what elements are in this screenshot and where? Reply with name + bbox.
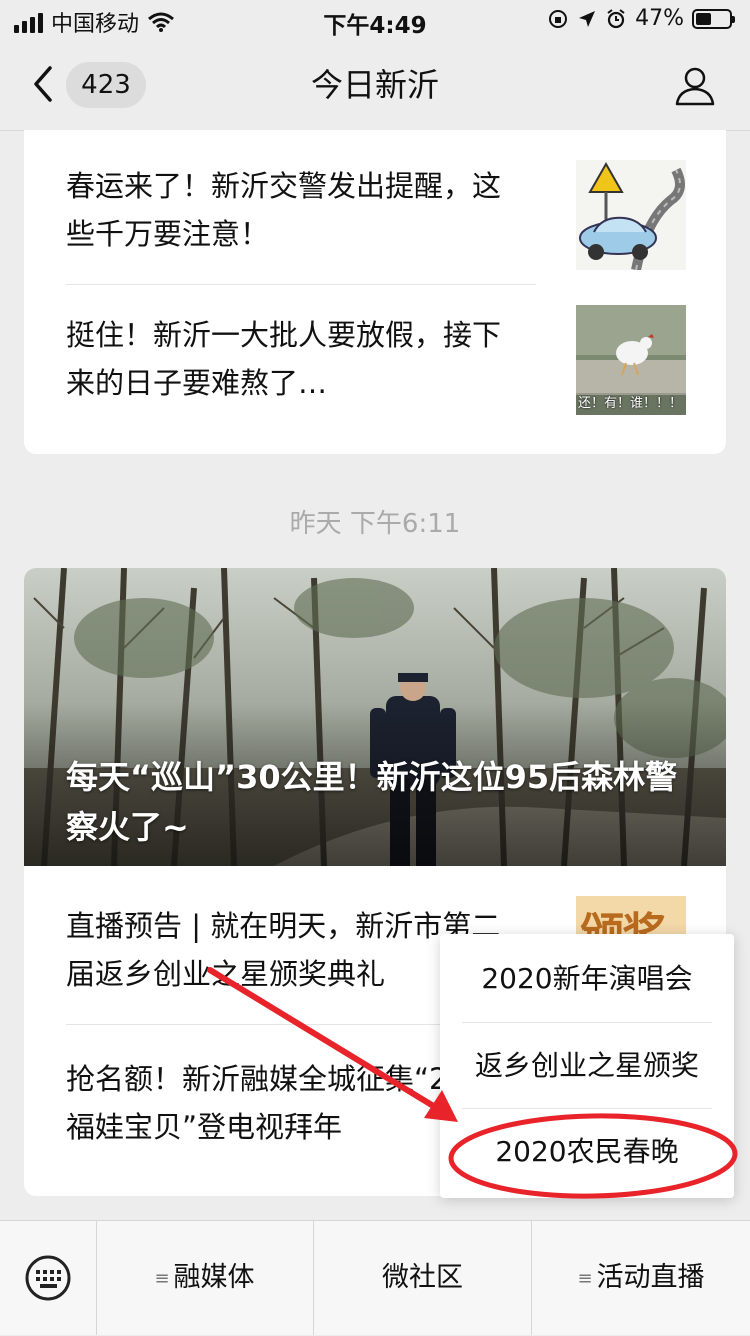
keyboard-toggle[interactable]	[0, 1221, 97, 1335]
article-item[interactable]: 春运来了！新沂交警发出提醒，这些千万要注意！	[24, 130, 726, 284]
submenu-item-concert[interactable]: 2020新年演唱会	[440, 936, 734, 1022]
page-title: 今日新沂	[310, 66, 439, 104]
submenu-item-spring-gala[interactable]: 2020农民春晚	[440, 1109, 734, 1195]
article-item[interactable]: 挺住！新沂一大批人要放假，接下来的日子要难熬了… 还！有！谁！！！	[24, 285, 726, 454]
battery-icon	[692, 8, 735, 29]
article-card-top: 春运来了！新沂交警发出提醒，这些千万要注意！ 挺住！新沂一大批人要放假，接下来的…	[24, 130, 726, 454]
article-title[interactable]: 春运来了！新沂交警发出提醒，这些千万要注意！	[66, 162, 526, 258]
submenu-item-award[interactable]: 返乡创业之星颁奖	[440, 1023, 734, 1109]
message-timestamp: 昨天 下午6:11	[289, 509, 461, 539]
menu-label[interactable]: 活动直播	[597, 1262, 705, 1293]
article-thumbnail[interactable]	[576, 160, 686, 270]
article-title[interactable]: 挺住！新沂一大批人要放假，接下来的日子要难熬了…	[66, 311, 526, 407]
article-thumbnail[interactable]: 还！有！谁！！！	[576, 305, 686, 415]
submenu-popup: 2020新年演唱会 返乡创业之星颁奖 2020农民春晚	[440, 934, 734, 1198]
orientation-lock-icon	[549, 9, 568, 28]
location-icon	[579, 10, 596, 27]
battery-percent: 47%	[635, 6, 684, 31]
bottom-menu-bar: ≡ 融媒体 微社区 ≡ 活动直播	[0, 1220, 750, 1335]
menu-label[interactable]: 微社区	[382, 1262, 463, 1293]
menu-huodong-zhibo[interactable]: ≡ 活动直播	[532, 1221, 750, 1335]
menu-lines-icon: ≡	[154, 1268, 170, 1289]
featured-cover-image[interactable]: 每天“巡山”30公里！新沂这位95后森林警察火了~	[24, 568, 726, 867]
keyboard-icon[interactable]	[24, 1254, 72, 1302]
status-bar: 中国移动 下午4:49 47%	[0, 0, 750, 40]
menu-weishequ[interactable]: 微社区	[314, 1221, 532, 1335]
menu-label[interactable]: 融媒体	[174, 1262, 255, 1293]
profile-icon[interactable]	[674, 64, 716, 106]
featured-title[interactable]: 每天“巡山”30公里！新沂这位95后森林警察火了~	[66, 752, 686, 852]
nav-bar: 423 今日新沂	[0, 40, 750, 131]
alarm-icon	[607, 8, 625, 28]
menu-rongmeiti[interactable]: ≡ 融媒体	[96, 1221, 314, 1335]
menu-lines-icon: ≡	[577, 1268, 593, 1289]
thumbnail-caption: 还！有！谁！！！	[578, 396, 683, 411]
